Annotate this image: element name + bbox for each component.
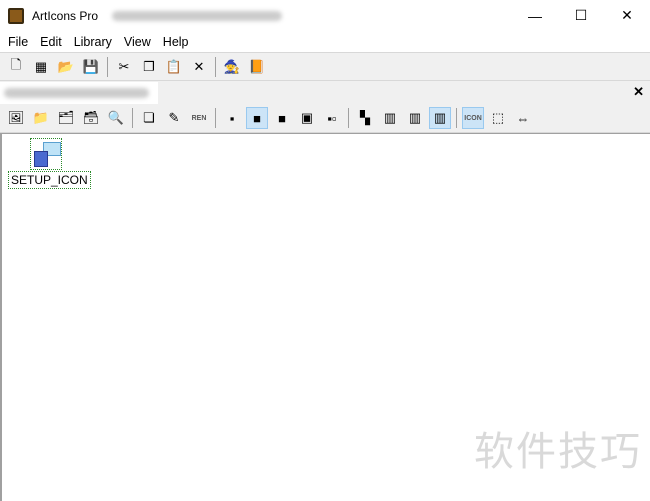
color-256-icon[interactable]: ▥ bbox=[404, 107, 426, 129]
copy-icon[interactable]: ❐ bbox=[138, 56, 160, 78]
icon-label: SETUP_ICON bbox=[8, 171, 91, 189]
color-true-icon[interactable]: ▥ bbox=[429, 107, 451, 129]
size-large-icon[interactable]: ■ bbox=[271, 107, 293, 129]
watermark: 软件技巧 bbox=[474, 429, 642, 475]
wizard-icon[interactable]: 🧙 bbox=[221, 56, 243, 78]
minimize-button[interactable]: — bbox=[512, 0, 558, 31]
blurred-path bbox=[112, 10, 283, 21]
menu-file[interactable]: File bbox=[2, 35, 34, 49]
new-library-icon[interactable]: ▦ bbox=[30, 56, 52, 78]
icon-item[interactable]: SETUP_ICON bbox=[8, 138, 91, 189]
delete-icon[interactable]: ✕ bbox=[188, 56, 210, 78]
library-tab[interactable] bbox=[0, 82, 158, 104]
duplicate-icon[interactable]: ❏ bbox=[138, 107, 160, 129]
size-medium-icon[interactable]: ■ bbox=[246, 107, 268, 129]
tab-strip: ✕ bbox=[0, 81, 650, 104]
rename-icon[interactable]: REN bbox=[188, 107, 210, 129]
size-xlarge-icon[interactable]: ▣ bbox=[296, 107, 318, 129]
setup-icon-thumbnail bbox=[30, 138, 62, 170]
toolbar-separator bbox=[132, 108, 133, 128]
close-button[interactable]: ✕ bbox=[604, 0, 650, 31]
add-files-icon[interactable]: 🗃 bbox=[80, 107, 102, 129]
new-image-icon[interactable]: 🖼 bbox=[5, 107, 27, 129]
main-toolbar: 🗋 ▦ 📂 💾 ✂ ❐ 📋 ✕ 🧙 📙 bbox=[0, 52, 650, 81]
scan-icon[interactable]: 🔍 bbox=[105, 107, 127, 129]
size-list-icon[interactable]: ▪▫ bbox=[321, 107, 343, 129]
edit-pen-icon[interactable]: ✎ bbox=[163, 107, 185, 129]
resize-icon[interactable]: ⇔ bbox=[512, 107, 534, 129]
add-folders-icon[interactable]: 🗂 bbox=[55, 107, 77, 129]
fit-size-icon[interactable]: ⬚ bbox=[487, 107, 509, 129]
toolbar-separator bbox=[456, 108, 457, 128]
menu-bar: File Edit Library View Help bbox=[0, 31, 650, 52]
color-mono-icon[interactable]: ▚ bbox=[354, 107, 376, 129]
menu-view[interactable]: View bbox=[118, 35, 157, 49]
toolbar-separator bbox=[215, 56, 216, 77]
toolbar-separator bbox=[107, 56, 108, 77]
add-folder-icon[interactable]: 📁 bbox=[30, 107, 52, 129]
size-small-icon[interactable]: ▪ bbox=[221, 107, 243, 129]
toolbar-separator bbox=[215, 108, 216, 128]
title-bar: ArtIcons Pro — ☐ ✕ bbox=[0, 0, 650, 31]
menu-help[interactable]: Help bbox=[157, 35, 195, 49]
menu-edit[interactable]: Edit bbox=[34, 35, 68, 49]
icon-label-icon[interactable]: ICON bbox=[462, 107, 484, 129]
new-icon[interactable]: 🗋 bbox=[5, 56, 27, 78]
paste-icon[interactable]: 📋 bbox=[163, 56, 185, 78]
menu-library[interactable]: Library bbox=[68, 35, 118, 49]
cut-icon[interactable]: ✂ bbox=[113, 56, 135, 78]
save-icon[interactable]: 💾 bbox=[80, 56, 102, 78]
close-tab-icon[interactable]: ✕ bbox=[633, 84, 644, 100]
open-folder-icon[interactable]: 📂 bbox=[55, 56, 77, 78]
window-title: ArtIcons Pro bbox=[32, 8, 99, 23]
icon-view[interactable]: SETUP_ICON 软件技巧 bbox=[0, 133, 650, 501]
library-toolbar: 🖼 📁 🗂 🗃 🔍 ❏ ✎ REN ▪ ■ ■ ▣ ▪▫ ▚ ▥ ▥ ▥ ICON ⬚ ⇔ bbox=[0, 104, 650, 133]
help-book-icon[interactable]: 📙 bbox=[246, 56, 268, 78]
maximize-button[interactable]: ☐ bbox=[558, 0, 604, 31]
toolbar-separator bbox=[348, 108, 349, 128]
app-icon bbox=[8, 7, 24, 24]
color-16-icon[interactable]: ▥ bbox=[379, 107, 401, 129]
